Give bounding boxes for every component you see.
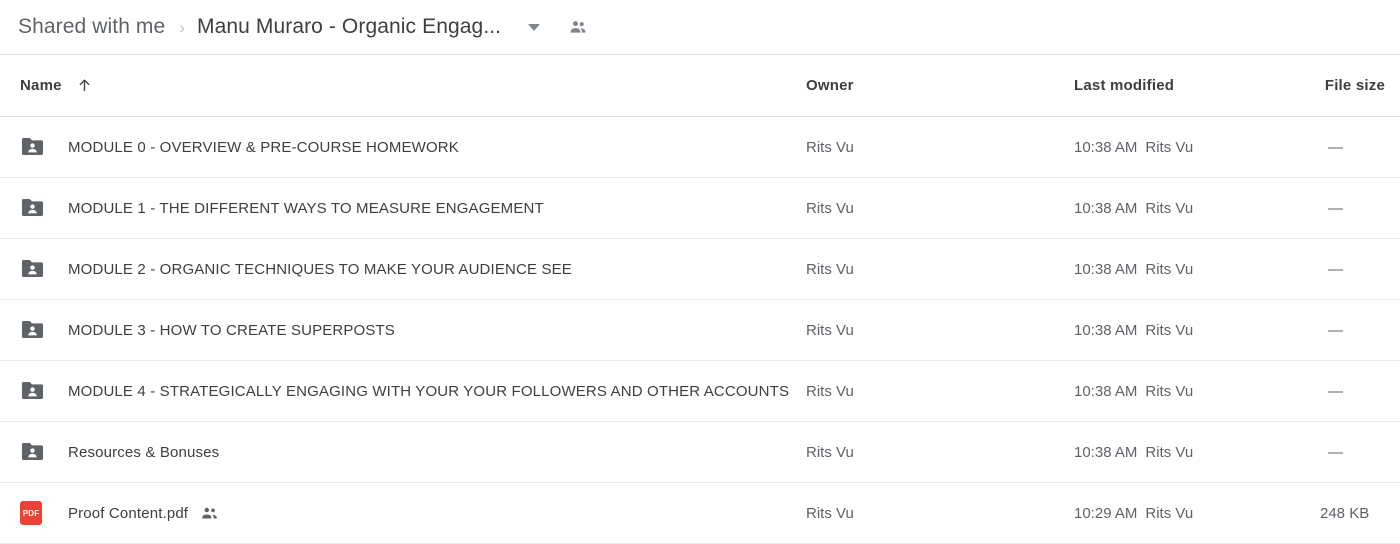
file-name-label: MODULE 1 - THE DIFFERENT WAYS TO MEASURE… xyxy=(68,199,544,217)
column-header-file-size-label: File size xyxy=(1324,77,1385,94)
table-row[interactable]: Resources & Bonuses Rits Vu 10:38 AM Rits V… xyxy=(0,422,1400,483)
file-list: MODULE 0 - OVERVIEW & PRE-COURSE HOMEWOR… xyxy=(0,117,1400,544)
file-name-cell[interactable]: Proof Content.pdf xyxy=(68,483,219,543)
shared-folder-icon xyxy=(20,300,52,360)
owner-cell: Rits Vu xyxy=(806,382,854,400)
column-header-last-modified[interactable]: Last modified xyxy=(1074,55,1174,116)
last-modified-by: Rits Vu xyxy=(1145,138,1194,156)
file-name-cell[interactable]: MODULE 3 - HOW TO CREATE SUPERPOSTS xyxy=(68,300,395,360)
breadcrumb-item-shared-with-me[interactable]: Shared with me xyxy=(18,15,165,39)
pdf-file-icon: PDF xyxy=(20,483,52,543)
file-name-label: Proof Content.pdf xyxy=(68,504,189,522)
shared-folder-icon xyxy=(20,117,52,177)
last-modified-time: 10:38 AM xyxy=(1074,199,1138,217)
file-size-cell: 248 KB xyxy=(1320,504,1370,522)
column-header-last-modified-label: Last modified xyxy=(1074,77,1175,94)
last-modified-by: Rits Vu xyxy=(1145,260,1194,278)
last-modified-cell: 10:38 AM Rits Vu xyxy=(1074,300,1193,360)
owner-cell: Rits Vu xyxy=(806,321,854,339)
last-modified-cell: 10:38 AM Rits Vu xyxy=(1074,117,1193,177)
last-modified-cell: 10:29 AM Rits Vu xyxy=(1074,483,1193,543)
file-size-cell: — xyxy=(1328,138,1343,156)
last-modified-by: Rits Vu xyxy=(1145,382,1194,400)
file-name-cell[interactable]: Resources & Bonuses xyxy=(68,422,219,482)
file-name-label: MODULE 3 - HOW TO CREATE SUPERPOSTS xyxy=(68,321,395,339)
file-name-cell[interactable]: MODULE 4 - STRATEGICALLY ENGAGING WITH Y… xyxy=(68,361,789,421)
breadcrumb-separator-icon: › xyxy=(179,17,185,37)
file-size-cell: — xyxy=(1328,443,1343,461)
file-name-label: MODULE 4 - STRATEGICALLY ENGAGING WITH Y… xyxy=(68,382,790,400)
shared-folder-icon xyxy=(20,239,52,299)
column-header-name-label: Name xyxy=(20,77,62,94)
chevron-down-icon[interactable] xyxy=(523,16,545,38)
owner-cell: Rits Vu xyxy=(806,443,854,461)
table-row[interactable]: MODULE 4 - STRATEGICALLY ENGAGING WITH Y… xyxy=(0,361,1400,422)
last-modified-cell: 10:38 AM Rits Vu xyxy=(1074,239,1193,299)
last-modified-cell: 10:38 AM Rits Vu xyxy=(1074,361,1193,421)
file-name-cell[interactable]: MODULE 1 - THE DIFFERENT WAYS TO MEASURE… xyxy=(68,178,544,238)
arrow-up-icon[interactable] xyxy=(76,77,93,94)
file-name-label: MODULE 0 - OVERVIEW & PRE-COURSE HOMEWOR… xyxy=(68,138,459,156)
list-column-headers: Name Owner Last modified File size xyxy=(0,55,1400,117)
breadcrumb-item-current-folder[interactable]: Manu Muraro - Organic Engag... xyxy=(197,15,501,39)
shared-people-icon xyxy=(200,504,219,523)
file-size-cell: — xyxy=(1328,199,1343,217)
file-name-label: Resources & Bonuses xyxy=(68,443,220,461)
owner-cell: Rits Vu xyxy=(806,199,854,217)
shared-folder-icon xyxy=(20,422,52,482)
file-name-cell[interactable]: MODULE 0 - OVERVIEW & PRE-COURSE HOMEWOR… xyxy=(68,117,459,177)
last-modified-by: Rits Vu xyxy=(1145,504,1194,522)
file-size-cell: — xyxy=(1328,321,1343,339)
file-name-label: MODULE 2 - ORGANIC TECHNIQUES TO MAKE YO… xyxy=(68,260,572,278)
last-modified-time: 10:38 AM xyxy=(1074,138,1138,156)
table-row[interactable]: MODULE 0 - OVERVIEW & PRE-COURSE HOMEWOR… xyxy=(0,117,1400,178)
table-row[interactable]: MODULE 3 - HOW TO CREATE SUPERPOSTS Rits … xyxy=(0,300,1400,361)
owner-cell: Rits Vu xyxy=(806,138,854,156)
column-header-owner-label: Owner xyxy=(806,77,854,94)
last-modified-cell: 10:38 AM Rits Vu xyxy=(1074,422,1193,482)
owner-cell: Rits Vu xyxy=(806,260,854,278)
column-header-file-size[interactable]: File size xyxy=(1240,55,1385,116)
people-icon[interactable] xyxy=(567,16,589,38)
last-modified-time: 10:38 AM xyxy=(1074,260,1138,278)
last-modified-time: 10:38 AM xyxy=(1074,321,1138,339)
table-row[interactable]: MODULE 2 - ORGANIC TECHNIQUES TO MAKE YO… xyxy=(0,239,1400,300)
shared-folder-icon xyxy=(20,178,52,238)
last-modified-by: Rits Vu xyxy=(1145,199,1194,217)
table-row[interactable]: PDF Proof Content.pdf Rits Vu 10:29 AM Rits … xyxy=(0,483,1400,544)
file-size-cell: — xyxy=(1328,260,1343,278)
owner-cell: Rits Vu xyxy=(806,504,854,522)
last-modified-by: Rits Vu xyxy=(1145,443,1194,461)
breadcrumb-bar: Shared with me › Manu Muraro - Organic E… xyxy=(0,0,1400,55)
file-size-cell: — xyxy=(1328,382,1343,400)
pdf-icon-label: PDF xyxy=(20,501,42,525)
column-header-name[interactable]: Name xyxy=(20,55,93,116)
last-modified-by: Rits Vu xyxy=(1145,321,1194,339)
column-header-owner[interactable]: Owner xyxy=(806,55,854,116)
last-modified-time: 10:38 AM xyxy=(1074,443,1138,461)
shared-folder-icon xyxy=(20,361,52,421)
table-row[interactable]: MODULE 1 - THE DIFFERENT WAYS TO MEASURE… xyxy=(0,178,1400,239)
file-name-cell[interactable]: MODULE 2 - ORGANIC TECHNIQUES TO MAKE YO… xyxy=(68,239,572,299)
last-modified-cell: 10:38 AM Rits Vu xyxy=(1074,178,1193,238)
last-modified-time: 10:38 AM xyxy=(1074,382,1138,400)
last-modified-time: 10:29 AM xyxy=(1074,504,1138,522)
